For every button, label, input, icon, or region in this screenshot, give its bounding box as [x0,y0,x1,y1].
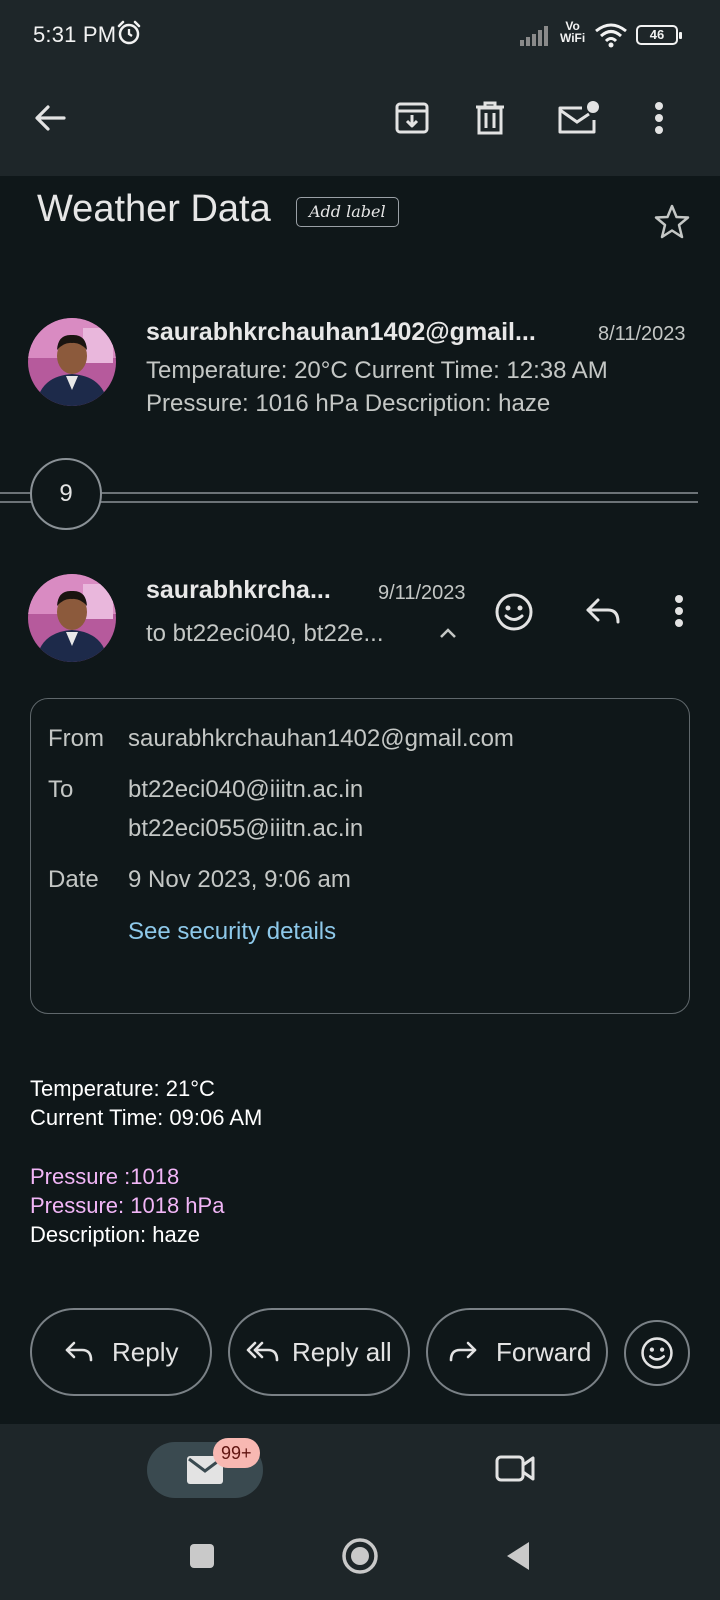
chevron-up-icon [440,628,456,638]
message-more-button[interactable] [674,594,684,628]
video-camera-icon [495,1455,535,1482]
reply-all-label: Reply all [292,1336,392,1367]
back-button[interactable] [24,92,76,144]
body-line: Description: haze [30,1222,200,1247]
square-icon [190,1544,214,1568]
add-label-chip[interactable]: Add label [296,197,399,227]
system-back-button[interactable] [504,1540,532,1572]
message-date: 9/11/2023 [378,582,466,604]
thread-subject: Weather Data [37,188,271,230]
collapsed-divider-top [0,492,698,494]
reply-all-icon [246,1341,279,1362]
triangle-back-icon [507,1542,529,1570]
forward-label: Forward [496,1336,592,1367]
forward-icon [449,1341,477,1362]
status-time: 5:31 PM [33,22,117,47]
body-line: Temperature: 21°C [30,1076,215,1101]
sender-name: saurabhkrchauhan1402@gmail... [146,318,536,346]
to-label: To [48,776,74,803]
battery-indicator: 46 [636,25,682,45]
archive-icon [395,102,429,134]
reply-action-button[interactable]: Reply [30,1308,212,1396]
recipients-summary[interactable]: to bt22eci040, bt22e... [146,617,384,650]
message-snippet-line1: Temperature: 20°C Current Time: 12:38 AM [146,357,608,384]
more-vert-icon [655,102,663,134]
collapsed-divider-bottom [0,501,698,503]
add-reaction-button[interactable] [494,592,534,632]
reply-icon [65,1341,93,1362]
forward-action-button[interactable]: Forward [426,1308,608,1396]
delete-icon [476,101,504,135]
meet-tab[interactable] [494,1452,536,1484]
date-label: Date [48,866,99,893]
star-button[interactable] [654,204,690,240]
unread-count-badge: 99+ [213,1438,260,1468]
alarm-icon [116,20,142,46]
mark-unread-button[interactable] [552,92,604,144]
reply-button[interactable] [584,596,622,628]
collapse-details-button[interactable] [438,626,458,640]
date-value: 9 Nov 2023, 9:06 am [128,866,351,893]
home-circle-icon [342,1538,378,1574]
vowifi-bottom: WiFi [560,31,586,45]
message-date: 8/11/2023 [598,323,686,345]
archive-button[interactable] [386,92,438,144]
collapsed-messages-count[interactable]: 9 [30,458,102,530]
body-line: Current Time: 09:06 AM [30,1105,263,1130]
delete-button[interactable] [464,92,516,144]
more-options-button[interactable] [633,92,685,144]
reply-all-action-button[interactable]: Reply all [228,1308,410,1396]
sender-avatar [28,318,116,406]
emoji-icon [641,1337,673,1369]
from-value[interactable]: saurabhkrchauhan1402@gmail.com [128,725,514,753]
sender-avatar [28,574,116,662]
reply-label: Reply [112,1336,179,1367]
reply-icon [586,598,620,624]
to-value-2[interactable]: bt22eci055@iiitn.ac.in [128,815,363,843]
body-line: Pressure :1018 [30,1164,180,1189]
to-value-1[interactable]: bt22eci040@iiitn.ac.in [128,776,363,804]
home-button[interactable] [341,1537,379,1575]
star-icon [654,204,690,239]
sender-name: saurabhkrcha... [146,576,331,604]
reaction-action-button[interactable] [624,1320,690,1386]
signal-icon [520,24,556,46]
mark-unread-icon [558,101,599,134]
message-snippet-line2: Pressure: 1016 hPa Description: haze [146,390,551,417]
wifi-icon [594,22,628,48]
emoji-icon [495,593,533,631]
from-label: From [48,725,104,752]
security-details-link[interactable]: See security details [128,918,336,946]
more-vert-icon [675,595,683,627]
body-line: Pressure: 1018 hPa [30,1193,225,1218]
vowifi-indicator: Vo WiFi [560,20,585,44]
recents-button[interactable] [188,1542,216,1570]
back-arrow-icon [35,105,66,131]
